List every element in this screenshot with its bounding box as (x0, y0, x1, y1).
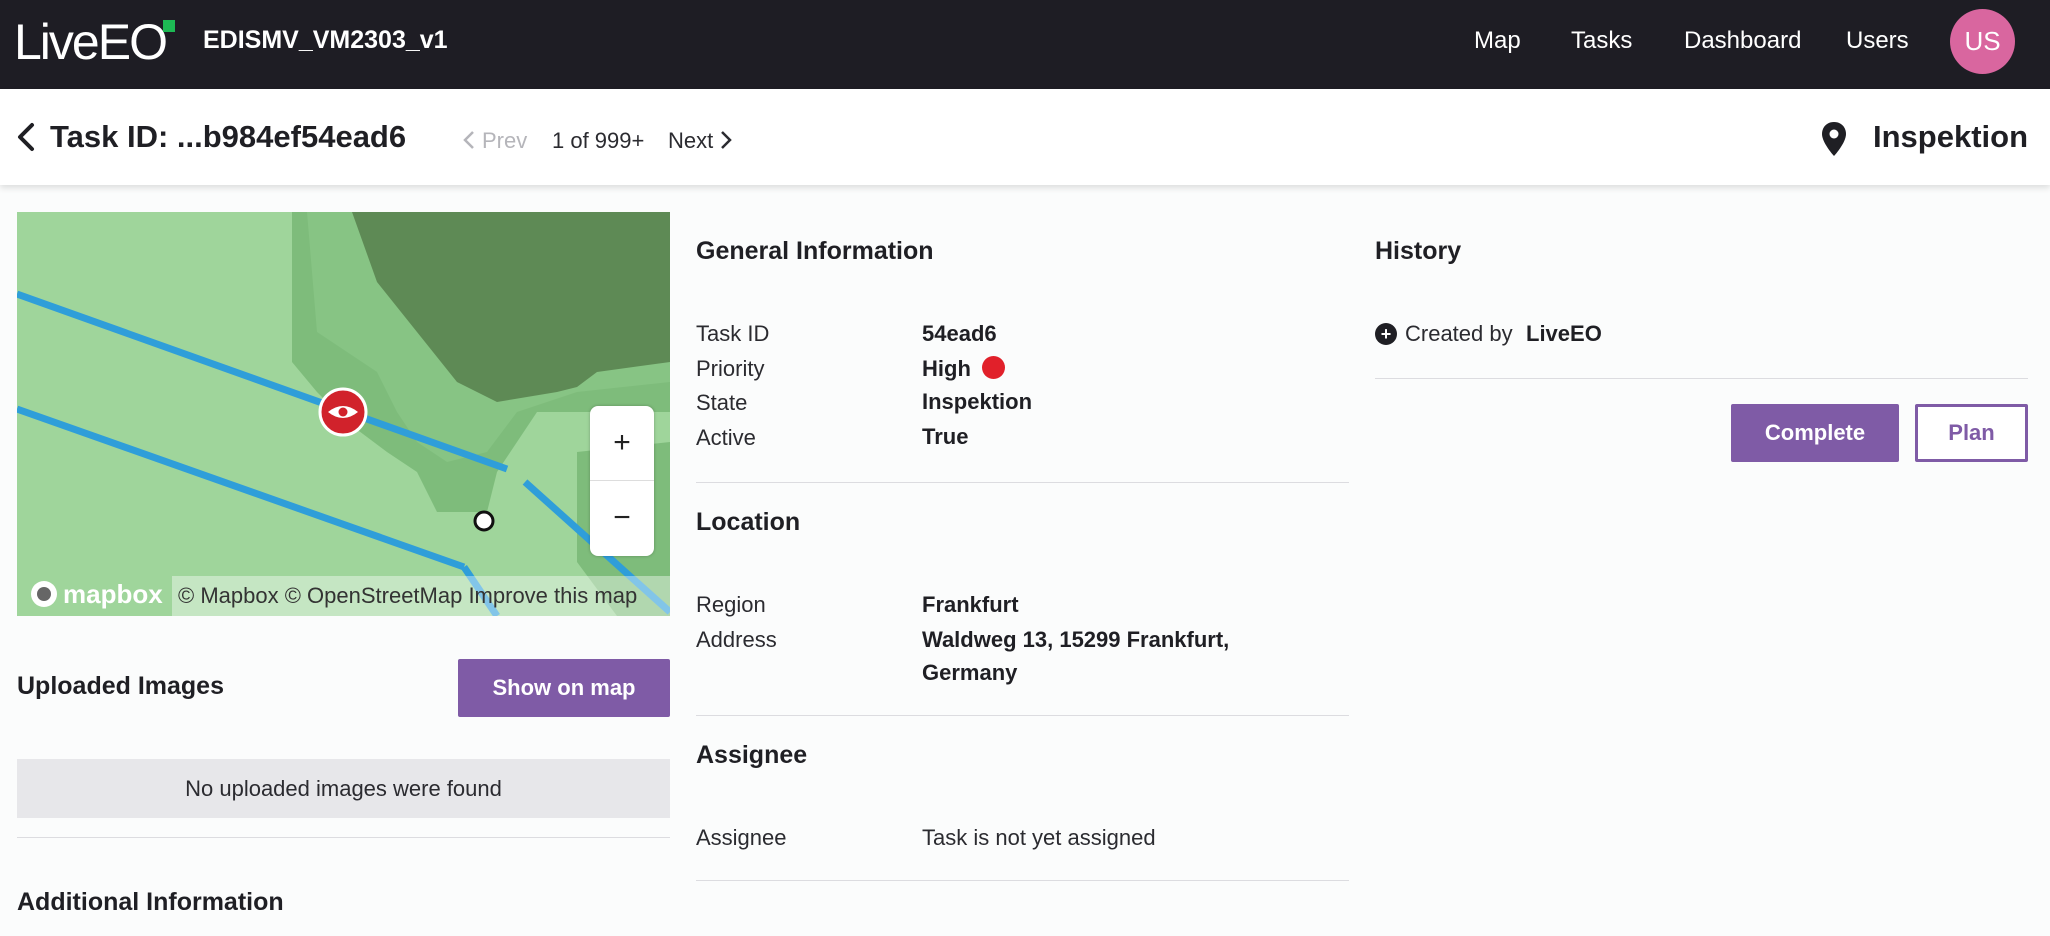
task-id-value: 54ead6 (922, 321, 997, 346)
address-label: Address (696, 627, 777, 652)
prev-button[interactable]: Prev (462, 128, 527, 154)
location-title: Location (696, 508, 801, 536)
complete-button[interactable]: Complete (1731, 404, 1899, 462)
task-title: Task ID: ...b984ef54ead6 (50, 119, 407, 154)
mapbox-logo[interactable]: mapbox (29, 574, 163, 614)
section-divider (17, 837, 670, 838)
map-attribution[interactable]: © Mapbox © OpenStreetMap Improve this ma… (172, 576, 670, 616)
additional-information-title: Additional Information (17, 888, 284, 916)
zoom-out-button[interactable]: − (590, 481, 654, 555)
chevron-right-icon (721, 131, 733, 149)
assignee-value: Task is not yet assigned (922, 825, 1156, 850)
mapbox-icon (31, 581, 57, 607)
next-label: Next (668, 128, 714, 153)
history-entry-prefix: Created by (1405, 321, 1513, 346)
task-header: Task ID: ...b984ef54ead6 Prev 1 of 999+ … (0, 89, 2050, 185)
history-entry-author: LiveEO (1526, 321, 1602, 346)
chevron-left-icon (463, 131, 474, 149)
logo-accent-mark (163, 20, 175, 32)
state-label: State (696, 390, 748, 415)
priority-label: Priority (696, 356, 765, 381)
chevron-left-icon[interactable] (12, 119, 42, 155)
nav-tasks[interactable]: Tasks (1571, 27, 1632, 55)
priority-value: High (922, 356, 971, 381)
map-canvas[interactable] (17, 212, 670, 616)
show-on-map-button[interactable]: Show on map (458, 659, 670, 717)
section-divider (696, 880, 1349, 881)
task-id-label: Task ID (696, 321, 770, 346)
prev-label: Prev (482, 128, 528, 153)
section-divider (696, 715, 1349, 716)
assignee-label: Assignee (696, 825, 787, 850)
address-line-2: Germany (922, 660, 1018, 685)
task-map[interactable]: + − © Mapbox © OpenStreetMap Improve thi… (17, 212, 670, 616)
active-label: Active (696, 425, 756, 450)
plus-circle-icon: + (1375, 323, 1397, 345)
region-value: Frankfurt (922, 592, 1019, 617)
top-navbar: LiveEO EDISMV_VM2303_v1 Map Tasks Dashbo… (0, 0, 2050, 89)
nav-map[interactable]: Map (1474, 27, 1521, 55)
general-information-title: General Information (696, 237, 934, 265)
eye-icon[interactable] (318, 387, 368, 437)
priority-indicator (982, 356, 1005, 379)
page-count: 1 of 999+ (552, 128, 645, 153)
no-images-message: No uploaded images were found (17, 759, 670, 818)
next-button[interactable]: Next (668, 128, 733, 154)
plan-button[interactable]: Plan (1915, 404, 2028, 462)
zoom-controls: + − (590, 406, 654, 556)
task-state-heading: Inspektion (1872, 119, 2028, 154)
active-value: True (922, 424, 969, 449)
project-name: EDISMV_VM2303_v1 (203, 26, 448, 54)
mapbox-logo-text: mapbox (63, 579, 163, 609)
zoom-in-button[interactable]: + (590, 406, 654, 480)
section-divider (696, 482, 1349, 483)
nav-users[interactable]: Users (1846, 27, 1909, 55)
nav-dashboard[interactable]: Dashboard (1684, 27, 1801, 55)
location-marker-icon[interactable] (473, 510, 495, 532)
uploaded-images-title: Uploaded Images (17, 672, 224, 700)
region-label: Region (696, 592, 766, 617)
user-avatar[interactable]: US (1950, 9, 2015, 74)
section-divider (1375, 378, 2028, 379)
history-title: History (1375, 237, 1462, 265)
address-line-1: Waldweg 13, 15299 Frankfurt, (922, 627, 1230, 652)
location-pin-icon (1822, 122, 1846, 156)
liveeo-logo[interactable]: LiveEO (14, 16, 168, 68)
assignee-title: Assignee (696, 741, 808, 769)
state-value: Inspektion (922, 389, 1033, 414)
